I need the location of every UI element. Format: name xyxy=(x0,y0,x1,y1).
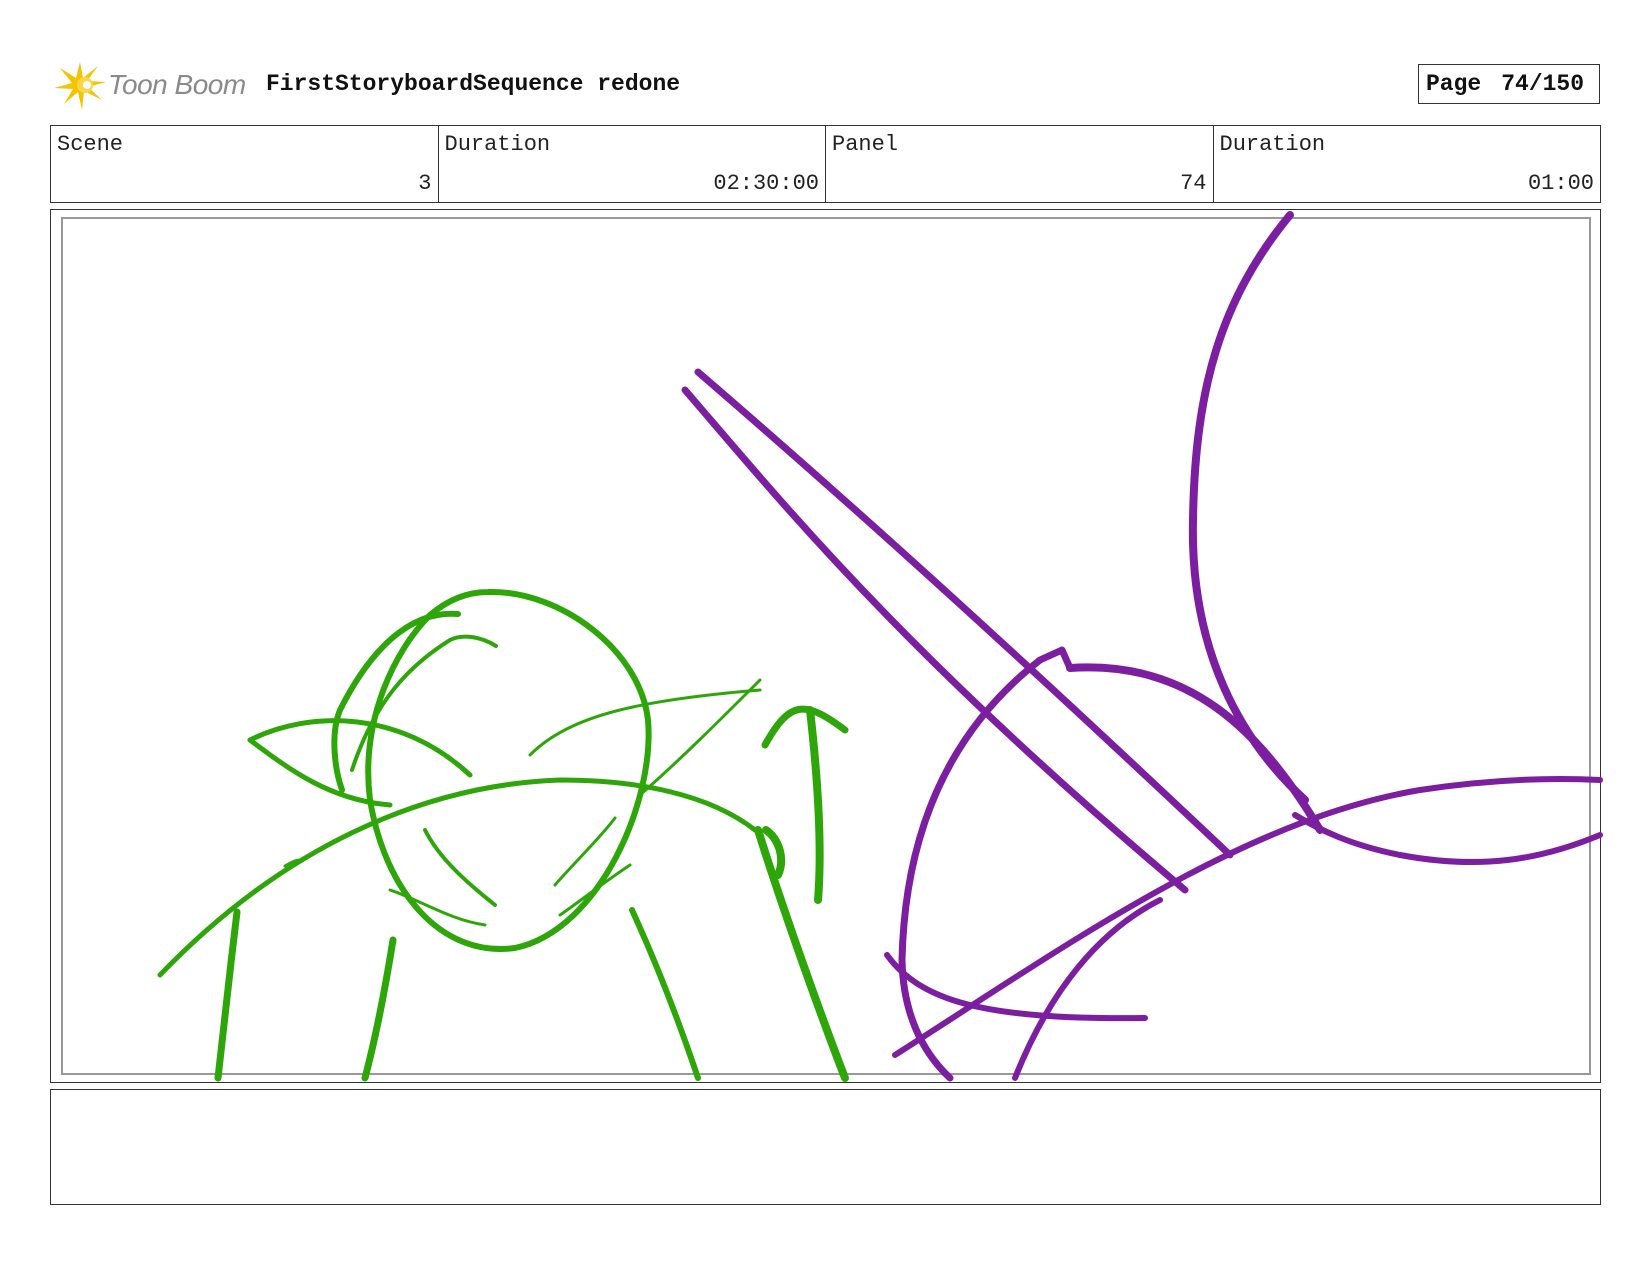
purple-character-sketch xyxy=(681,211,1603,1082)
panel-notes-box[interactable] xyxy=(50,1089,1601,1205)
panel-sketch xyxy=(157,211,1603,1082)
green-character-sketch xyxy=(157,588,849,1082)
